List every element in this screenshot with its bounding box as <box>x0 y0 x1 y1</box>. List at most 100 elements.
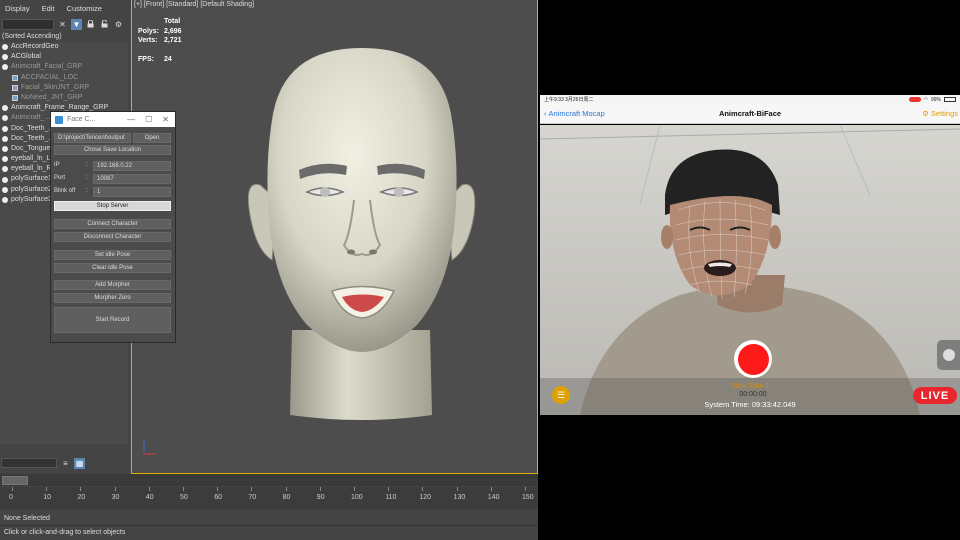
ip-field[interactable]: 192.168.0.22 <box>93 161 171 171</box>
slate-take-label[interactable]: Slate Take 1 <box>540 383 960 390</box>
viewport-stats: Total Polys: 2,696 Verts: 2,721 FPS: 24 <box>138 17 182 64</box>
ruler-tick-mark <box>388 487 390 491</box>
ruler-tick-label: 130 <box>453 494 466 501</box>
live-badge[interactable]: LIVE <box>913 387 957 404</box>
status-bar: None Selected Click or click-and-drag to… <box>0 510 538 540</box>
scene-tree-label: NoNeed_JNT_GRP <box>21 93 83 101</box>
set-idle-pose-button[interactable]: Set idle Pose <box>54 250 171 260</box>
menu-edit[interactable]: Edit <box>42 4 55 13</box>
scene-tree-row[interactable]: ACCFACIAL_LOC <box>0 73 128 83</box>
sort-label: (Sorted Ascending) <box>0 32 128 42</box>
object-icon[interactable] <box>2 135 8 142</box>
object-icon[interactable] <box>2 176 8 183</box>
unlock-icon[interactable] <box>99 19 110 30</box>
battery-icon <box>944 97 956 102</box>
start-record-button[interactable]: Start Record <box>54 307 171 333</box>
scene-tree-row[interactable]: AccRecordGeo <box>0 42 128 52</box>
object-icon[interactable] <box>2 196 8 203</box>
settings-button[interactable]: ⚙ Settings <box>922 109 958 118</box>
ruler-tick-label: 60 <box>214 494 222 501</box>
object-icon[interactable] <box>2 44 8 51</box>
ruler-tick-label: 90 <box>316 494 325 501</box>
ruler-tick-mark <box>490 487 492 491</box>
object-icon[interactable] <box>2 156 8 163</box>
object-icon[interactable] <box>2 145 8 152</box>
scene-tree-row[interactable]: ACGlobal <box>0 52 128 62</box>
window-title: Face C... <box>67 116 96 123</box>
scene-tree-label: ACCFACIAL_LOC <box>21 73 79 81</box>
wifi-icon: ◠ <box>923 96 928 103</box>
front-viewport[interactable]: [+] [Front] [Standard] [Default Shading]… <box>131 0 538 474</box>
minimize-icon[interactable]: — <box>127 115 135 124</box>
clear-idle-pose-button[interactable]: Clear idle Pose <box>54 263 171 273</box>
stop-server-button[interactable]: Stop Server <box>54 201 171 211</box>
group-icon[interactable] <box>12 95 18 102</box>
scene-search-input[interactable] <box>2 18 54 30</box>
filter-icon[interactable]: ▼ <box>71 18 82 30</box>
object-icon[interactable] <box>2 105 8 112</box>
ruler-tick-mark <box>183 487 184 491</box>
chose-save-location-button[interactable]: Chose Save Location <box>54 145 171 155</box>
port-field[interactable]: 10087 <box>93 174 171 184</box>
viewport-label[interactable]: [+] [Front] [Standard] [Default Shading] <box>134 1 254 8</box>
ruler-tick-label: 0 <box>9 494 13 501</box>
ruler-tick-label: 30 <box>111 494 120 501</box>
scene-tree-label: Doc_Tongue <box>11 144 51 152</box>
stats-fps-value: 24 <box>164 55 172 63</box>
hierarchy-icon[interactable]: ▦ <box>74 457 85 469</box>
record-button[interactable] <box>734 340 772 378</box>
ruler-tick-mark <box>456 487 458 491</box>
ruler-tick-label: 150 <box>522 494 534 501</box>
ruler-tick-label: 40 <box>145 494 154 501</box>
ruler-tick-label: 80 <box>282 494 291 501</box>
scene-tree-row[interactable]: Facial_SkinJNT_GRP <box>0 83 128 93</box>
recording-indicator-icon <box>908 97 921 102</box>
layers-icon[interactable]: ≡ <box>60 458 71 469</box>
layer-select[interactable] <box>1 458 57 468</box>
open-button[interactable]: Open <box>133 133 171 143</box>
menu-bar: Display Edit Customize <box>0 0 128 16</box>
side-panel-handle[interactable] <box>937 340 960 370</box>
object-icon[interactable] <box>2 166 8 173</box>
menu-customize[interactable]: Customize <box>67 4 102 13</box>
face-capture-titlebar[interactable]: Face C... — ☐ ✕ <box>51 112 175 127</box>
morpher-zero-button[interactable]: Morpher Zero <box>54 293 171 303</box>
group-icon[interactable] <box>12 84 18 91</box>
object-icon[interactable] <box>2 64 8 71</box>
scene-tree-row[interactable]: Animcraft_Facial_GRP <box>0 62 128 72</box>
time-slider-handle[interactable] <box>2 475 28 485</box>
save-path-field[interactable]: D:\project\Tencent\output <box>54 133 131 143</box>
scene-tree-label: eyeball_ln_L <box>11 155 51 163</box>
close-icon[interactable]: ✕ <box>57 19 68 30</box>
disconnect-character-button[interactable]: Disconnect Character <box>54 232 171 242</box>
group-icon[interactable] <box>12 74 18 81</box>
ruler-tick-label: 10 <box>43 494 51 501</box>
prompt-hint: Click or click-and-drag to select object… <box>4 529 126 536</box>
timeline-ruler[interactable]: 0 10 20 30 40 50 60 70 80 90 100 110 120 130 140 150 <box>0 487 538 509</box>
ruler-tick-mark <box>114 487 116 491</box>
scene-explorer-toolbar: ✕ ▼ ⚙ <box>0 16 128 32</box>
blink-field[interactable]: 1 <box>93 187 171 197</box>
connect-character-button[interactable]: Connect Character <box>54 219 171 229</box>
maximize-icon[interactable]: ☐ <box>145 115 152 124</box>
menu-display[interactable]: Display <box>5 4 30 13</box>
gear-icon: ⚙ <box>922 109 929 118</box>
scene-tree-label: Animcraft_Facial_GRP <box>11 63 83 71</box>
lock-icon[interactable] <box>85 19 96 30</box>
add-morpher-button[interactable]: Add Morpher <box>54 280 171 290</box>
stats-verts-label: Verts: <box>138 37 158 44</box>
stats-polys-value: 2,696 <box>164 27 182 35</box>
close-icon[interactable]: ✕ <box>162 115 169 124</box>
object-icon[interactable] <box>2 115 8 122</box>
object-icon[interactable] <box>2 54 8 61</box>
ruler-tick-label: 110 <box>385 494 397 501</box>
scene-tree-row[interactable]: NoNeed_JNT_GRP <box>0 93 128 103</box>
settings-icon[interactable]: ⚙ <box>113 19 124 30</box>
ruler-tick-label: 100 <box>351 494 363 501</box>
record-dot-icon <box>737 343 769 375</box>
object-icon[interactable] <box>2 125 8 132</box>
system-time: System Time: 09:33:42.049 <box>704 400 796 409</box>
ruler-tick-label: 20 <box>77 494 86 501</box>
object-icon[interactable] <box>2 186 8 193</box>
time-slider-track[interactable] <box>0 474 538 486</box>
